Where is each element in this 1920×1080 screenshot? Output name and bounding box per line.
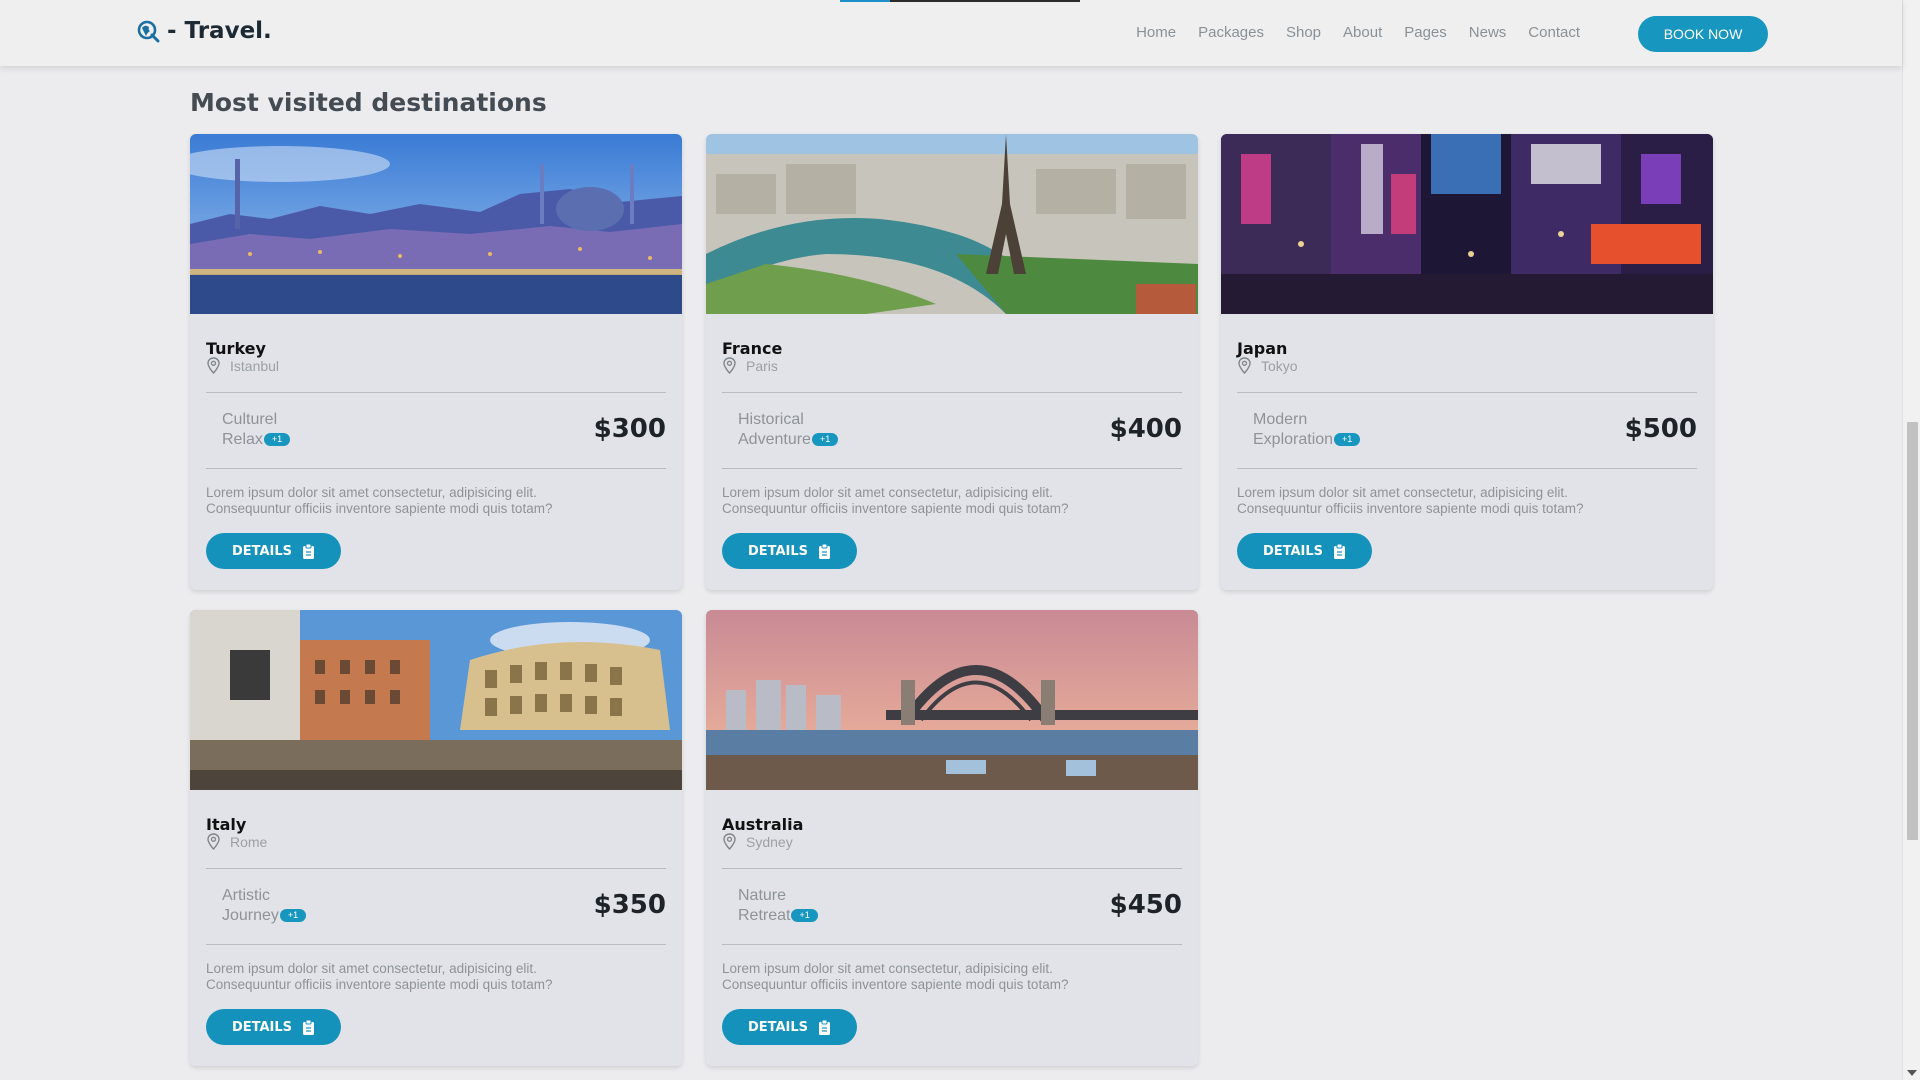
card-tag: Nature Retreat +1: [738, 886, 938, 926]
nav-shop[interactable]: Shop: [1286, 24, 1321, 41]
card-price: $300: [593, 414, 666, 444]
card-country: Japan: [1237, 339, 1288, 358]
scrollbar-thumb[interactable]: [1907, 422, 1918, 840]
card-divider: [722, 944, 1182, 945]
location-pin-icon: [207, 833, 220, 850]
card-tag: Modern Exploration +1: [1253, 410, 1453, 450]
book-now-button[interactable]: BOOK NOW: [1638, 16, 1768, 52]
card-tag: Historical Adventure +1: [738, 410, 938, 450]
card-divider: [722, 392, 1182, 393]
destination-card: France Paris Historical Adventure +1 $400…: [706, 134, 1198, 590]
card-price: $450: [1109, 890, 1182, 920]
main-nav: Home Packages Shop About Pages News Cont…: [1136, 24, 1580, 41]
logo-text: - Travel.: [167, 18, 272, 44]
card-city: Paris: [722, 357, 778, 374]
clipboard-icon: [819, 1019, 831, 1035]
card-description: Lorem ipsum dolor sit amet consectetur, …: [206, 485, 553, 516]
section-title: Most visited destinations: [190, 88, 547, 117]
page-scrollbar[interactable]: [1902, 0, 1920, 1080]
card-city-label: Sydney: [746, 833, 793, 850]
destination-card: Japan Tokyo Modern Exploration +1 $500 Lo…: [1221, 134, 1713, 590]
card-price: $400: [1109, 414, 1182, 444]
clipboard-icon: [1334, 543, 1346, 559]
location-pin-icon: [723, 357, 736, 374]
card-divider: [722, 868, 1182, 869]
destination-image-istanbul: [190, 134, 682, 314]
destination-card: Australia Sydney Nature Retreat +1 $450 L…: [706, 610, 1198, 1066]
details-button[interactable]: DETAILS: [722, 1009, 857, 1045]
clipboard-icon: [303, 543, 315, 559]
card-divider: [206, 944, 666, 945]
location-pin-icon: [1238, 357, 1251, 374]
card-city: Rome: [206, 833, 267, 850]
tag-badge: +1: [811, 433, 839, 447]
card-tag: Culturel Relax +1: [222, 410, 422, 450]
tag-line-2: Relax +1: [222, 430, 422, 450]
card-country: Turkey: [206, 339, 266, 358]
destination-image-paris: [706, 134, 1198, 314]
tag-line-1: Artistic: [222, 887, 270, 904]
details-button[interactable]: DETAILS: [206, 533, 341, 569]
card-divider: [1237, 392, 1697, 393]
destination-image-tokyo: [1221, 134, 1713, 314]
card-description: Lorem ipsum dolor sit amet consectetur, …: [722, 961, 1069, 992]
search-globe-icon: [137, 20, 160, 43]
site-logo[interactable]: - Travel.: [137, 18, 272, 44]
card-city-label: Paris: [746, 357, 778, 374]
card-city: Sydney: [722, 833, 793, 850]
clipboard-icon: [303, 1019, 315, 1035]
tag-line-1: Nature: [738, 887, 787, 904]
tag-badge: +1: [279, 909, 307, 923]
details-button[interactable]: DETAILS: [722, 533, 857, 569]
card-city-label: Istanbul: [230, 357, 280, 374]
location-pin-icon: [207, 357, 220, 374]
card-price: $500: [1624, 414, 1697, 444]
destination-card: Turkey Istanbul Culturel Relax +1 $300 Lo…: [190, 134, 682, 590]
tag-line-2: Adventure +1: [738, 430, 938, 450]
location-pin-icon: [723, 833, 736, 850]
top-navbar: - Travel. Home Packages Shop About Pages…: [0, 0, 1902, 66]
tag-badge: +1: [1334, 433, 1361, 447]
nav-about[interactable]: About: [1343, 24, 1382, 41]
card-tag: Artistic Journey +1: [222, 886, 422, 926]
tag-badge: +1: [263, 433, 291, 447]
destination-image-sydney: [706, 610, 1198, 790]
card-country: Australia: [722, 815, 804, 834]
nav-home[interactable]: Home: [1136, 24, 1176, 41]
details-button[interactable]: DETAILS: [206, 1009, 341, 1045]
nav-contact[interactable]: Contact: [1528, 24, 1580, 41]
tag-badge: +1: [791, 909, 818, 923]
nav-pages[interactable]: Pages: [1404, 24, 1447, 41]
tag-line-1: Modern: [1253, 411, 1308, 428]
clipboard-icon: [819, 543, 831, 559]
card-description: Lorem ipsum dolor sit amet consectetur, …: [206, 961, 553, 992]
card-city: Istanbul: [206, 357, 279, 374]
tag-line-2: Exploration +1: [1253, 430, 1453, 450]
card-price: $350: [593, 890, 666, 920]
destination-image-rome: [190, 610, 682, 790]
scroll-progress-bar: [840, 0, 1080, 2]
details-button[interactable]: DETAILS: [1237, 533, 1372, 569]
card-divider: [722, 468, 1182, 469]
card-city-label: Tokyo: [1261, 357, 1298, 374]
card-country: France: [722, 339, 783, 358]
tag-line-1: Historical: [738, 411, 804, 428]
tag-line-2: Journey +1: [222, 906, 422, 926]
card-divider: [1237, 468, 1697, 469]
card-divider: [206, 468, 666, 469]
scroll-down-arrow-icon[interactable]: [1907, 1070, 1917, 1076]
card-city-label: Rome: [230, 833, 268, 850]
card-divider: [206, 868, 666, 869]
nav-news[interactable]: News: [1469, 24, 1507, 41]
tag-line-1: Culturel: [222, 411, 278, 428]
card-city: Tokyo: [1237, 357, 1298, 374]
tag-line-2: Retreat +1: [738, 906, 938, 926]
nav-packages[interactable]: Packages: [1198, 24, 1264, 41]
card-divider: [206, 392, 666, 393]
card-country: Italy: [206, 815, 247, 834]
card-description: Lorem ipsum dolor sit amet consectetur, …: [722, 485, 1069, 516]
destination-card: Italy Rome Artistic Journey +1 $350 Lorem…: [190, 610, 682, 1066]
card-description: Lorem ipsum dolor sit amet consectetur, …: [1237, 485, 1584, 516]
